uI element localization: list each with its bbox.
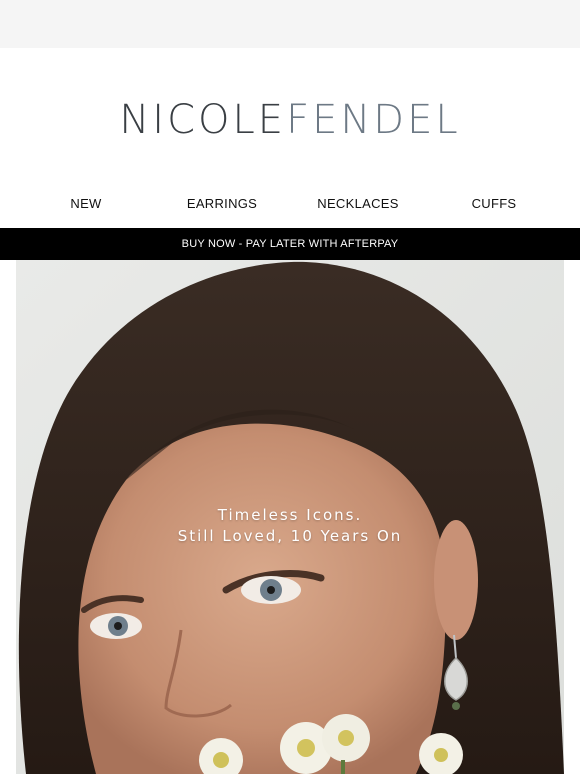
top-strip	[0, 0, 580, 48]
logo-second: FENDEL	[286, 97, 461, 143]
nav-item-necklaces[interactable]: NECKLACES	[317, 190, 398, 218]
afterpay-promo-bar[interactable]: BUY NOW - PAY LATER WITH AFTERPAY	[0, 228, 580, 260]
nav-item-new[interactable]: NEW	[70, 190, 101, 218]
hero-line-1: Timeless Icons.	[217, 506, 363, 524]
logo-first: NICOLE	[119, 97, 287, 143]
brand-logo[interactable]: NICOLEFENDEL	[0, 92, 580, 148]
hero-headline: Timeless Icons. Still Loved, 10 Years On	[16, 505, 564, 547]
nav-item-earrings[interactable]: EARRINGS	[187, 190, 257, 218]
nav-item-cuffs[interactable]: CUFFS	[472, 190, 517, 218]
hero-line-2: Still Loved, 10 Years On	[177, 527, 403, 545]
main-nav: NEW EARRINGS NECKLACES CUFFS	[0, 190, 580, 218]
hero-image[interactable]: Timeless Icons. Still Loved, 10 Years On	[16, 260, 564, 774]
